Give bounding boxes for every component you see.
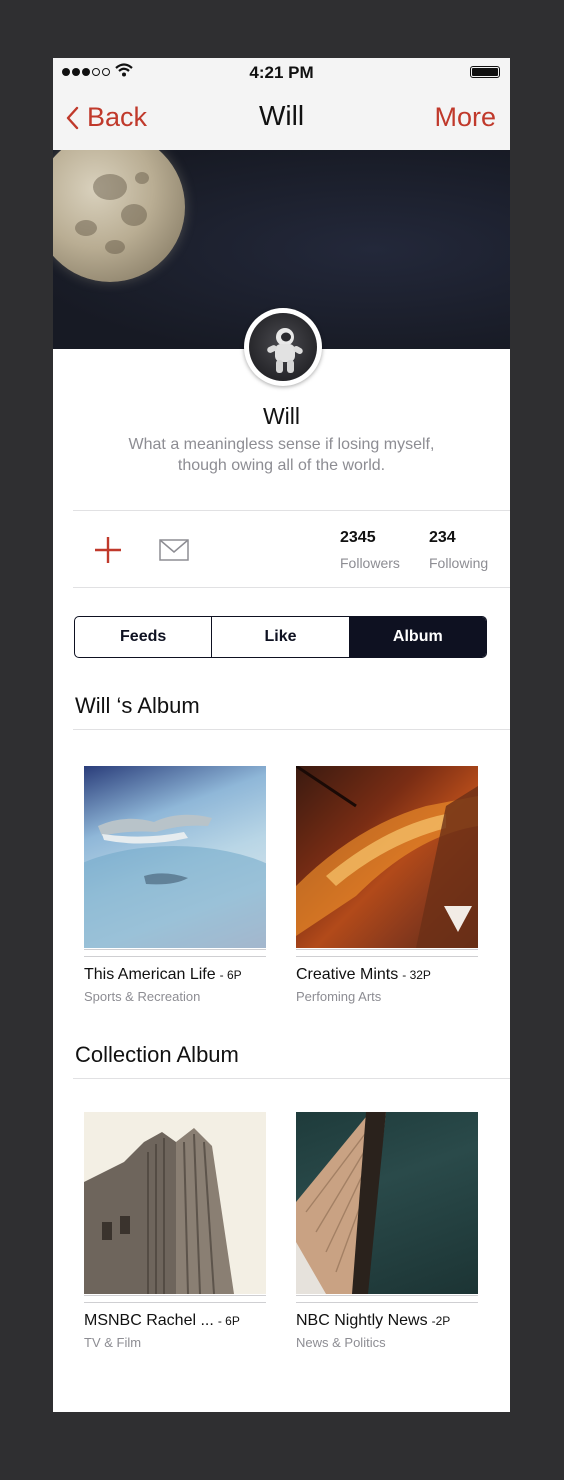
album-category: Sports & Recreation [84,989,201,1004]
section-title-album: Will ‘s Album [75,693,200,718]
album-title: Creative Mints - 32P [296,966,431,983]
collection-card[interactable]: MSNBC Rachel ... - 6P TV & Film [84,1112,266,1350]
bio-line: though owing all of the world. [177,457,386,474]
navigation-bar: Back Will More [53,88,510,150]
more-button[interactable]: More [434,102,496,133]
album-title: This American Life - 6P [84,966,242,983]
followers-stat[interactable]: 2345 Followers [340,529,400,571]
status-time: 4:21 PM [249,63,314,82]
tab-feeds[interactable]: Feeds [75,617,213,657]
profile-name: Will [262,403,301,429]
divider [73,1078,510,1079]
astronaut-image [267,328,303,373]
album-category: Perfoming Arts [296,989,382,1004]
follow-plus-icon[interactable] [93,535,123,565]
collection-title: MSNBC Rachel ... - 6P [84,1312,240,1329]
followers-count: 2345 [340,529,376,546]
photo-count: - 32P [402,968,431,982]
profile-bio: What a meaningless sense if losing mysel… [93,434,470,476]
avatar[interactable] [244,308,322,386]
followers-label: Followers [340,555,400,571]
status-bar: 4:21 PM [53,58,510,88]
divider [73,510,510,511]
mail-icon[interactable] [159,539,189,561]
album-thumbnail-architecture[interactable] [296,766,478,948]
divider [73,587,510,588]
phone-screen: 4:21 PM Back Will More Will What a meani… [53,58,510,1412]
battery-icon [470,66,500,78]
collection-title: NBC Nightly News -2P [296,1312,451,1329]
tab-like[interactable]: Like [212,617,350,657]
album-thumbnail-jaguar[interactable] [84,766,266,948]
collection-category: News & Politics [296,1335,386,1350]
collection-thumbnail-church[interactable] [84,1112,266,1294]
collection-category: TV & Film [84,1335,142,1350]
collection-card[interactable]: NBC Nightly News -2P News & Politics [296,1112,478,1350]
bio-line: What a meaningless sense if losing mysel… [128,436,435,453]
photo-count: - 6P [219,968,242,982]
album-card[interactable]: Creative Mints - 32P Perfoming Arts [296,766,478,1004]
divider [73,729,510,730]
photo-count: -2P [431,1314,451,1328]
following-label: Following [429,555,489,571]
album-card[interactable]: This American Life - 6P Sports & Recreati… [84,766,266,1004]
tab-album[interactable]: Album [349,617,486,657]
collection-thumbnail-boat[interactable] [296,1112,478,1294]
section-title-collection: Collection Album [75,1042,239,1067]
tab-bar: Feeds Like Album [74,616,487,658]
following-count: 234 [429,529,456,546]
following-stat[interactable]: 234 Following [429,529,488,571]
photo-count: - 6P [217,1314,240,1328]
